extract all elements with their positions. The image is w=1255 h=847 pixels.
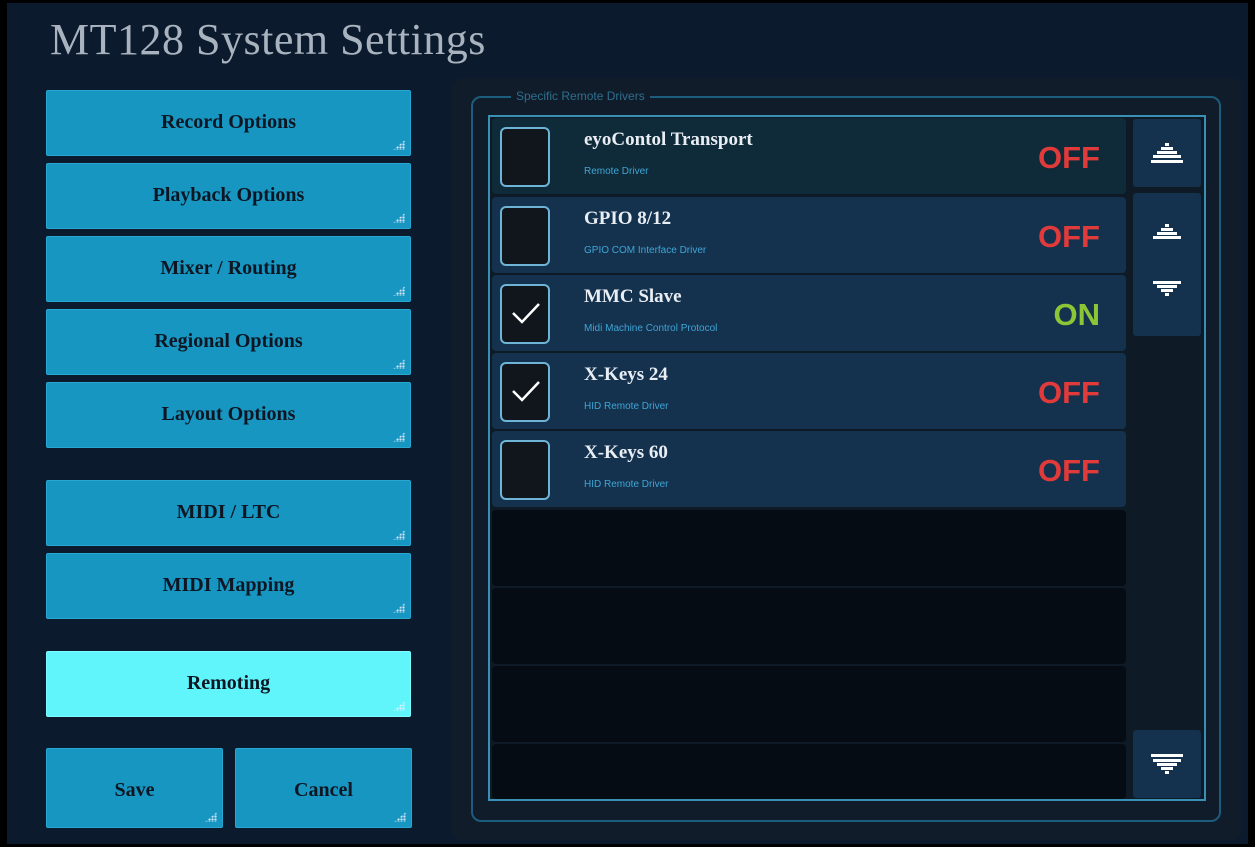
mixer-routing-button[interactable]: Mixer / Routing xyxy=(46,236,411,302)
arrow-up-top-icon xyxy=(1151,143,1183,163)
scroll-top-button[interactable] xyxy=(1133,119,1201,187)
resize-grip-icon xyxy=(393,359,405,369)
driver-row[interactable]: GPIO 8/12 GPIO COM Interface Driver OFF xyxy=(492,197,1126,273)
driver-state: OFF xyxy=(1038,140,1100,175)
driver-description: HID Remote Driver xyxy=(584,479,669,490)
button-label: Cancel xyxy=(294,779,353,801)
checkmark-icon xyxy=(512,381,540,402)
resize-grip-icon xyxy=(205,812,217,822)
driver-row[interactable]: X-Keys 60 HID Remote Driver OFF xyxy=(492,431,1126,507)
driver-state: OFF xyxy=(1038,375,1100,410)
button-label: Record Options xyxy=(161,111,296,133)
midi-mapping-button[interactable]: MIDI Mapping xyxy=(46,553,411,619)
driver-checkbox[interactable] xyxy=(500,127,550,187)
empty-list-row xyxy=(492,510,1126,586)
button-label: Remoting xyxy=(186,672,271,694)
driver-row[interactable]: eyoContol Transport Remote Driver OFF xyxy=(492,118,1126,194)
empty-list-row xyxy=(492,588,1126,664)
button-label: MIDI / LTC xyxy=(176,501,281,523)
driver-state: OFF xyxy=(1038,219,1100,254)
regional-options-button[interactable]: Regional Options xyxy=(46,309,411,375)
driver-name: GPIO 8/12 xyxy=(584,208,672,229)
empty-list-row xyxy=(492,666,1126,742)
remoting-button[interactable]: Remoting xyxy=(46,651,411,717)
resize-grip-icon xyxy=(393,140,405,150)
playback-options-button[interactable]: Playback Options xyxy=(46,163,411,229)
driver-row[interactable]: X-Keys 24 HID Remote Driver OFF xyxy=(492,353,1126,429)
resize-grip-icon xyxy=(393,286,405,296)
driver-checkbox[interactable] xyxy=(500,362,550,422)
driver-name: MMC Slave xyxy=(584,286,682,307)
button-label: Regional Options xyxy=(154,330,303,352)
record-options-button[interactable]: Record Options xyxy=(46,90,411,156)
layout-options-button[interactable]: Layout Options xyxy=(46,382,411,448)
resize-grip-icon xyxy=(394,812,406,822)
resize-grip-icon xyxy=(393,530,405,540)
driver-description: HID Remote Driver xyxy=(584,401,669,412)
button-label: Layout Options xyxy=(161,403,296,425)
resize-grip-icon xyxy=(393,213,405,223)
scroll-up-down-button[interactable] xyxy=(1133,193,1201,336)
arrow-down-bottom-icon xyxy=(1151,754,1183,774)
resize-grip-icon xyxy=(393,432,405,442)
driver-checkbox[interactable] xyxy=(500,284,550,344)
arrow-up-icon xyxy=(1153,224,1181,239)
cancel-button[interactable]: Cancel xyxy=(235,748,412,828)
midi-ltc-button[interactable]: MIDI / LTC xyxy=(46,480,411,546)
save-button[interactable]: Save xyxy=(46,748,223,828)
button-label: Mixer / Routing xyxy=(160,257,297,279)
driver-name: eyoContol Transport xyxy=(584,129,753,150)
button-label: MIDI Mapping xyxy=(162,574,295,596)
driver-checkbox[interactable] xyxy=(500,440,550,500)
empty-list-row xyxy=(492,744,1126,799)
driver-description: Remote Driver xyxy=(584,166,649,177)
driver-row[interactable]: MMC Slave Midi Machine Control Protocol ON xyxy=(492,275,1126,351)
driver-name: X-Keys 24 xyxy=(584,364,668,385)
driver-state: OFF xyxy=(1038,453,1100,488)
driver-description: GPIO COM Interface Driver xyxy=(584,245,707,256)
resize-grip-icon xyxy=(393,701,405,711)
button-label: Playback Options xyxy=(152,184,305,206)
button-label: Save xyxy=(114,779,155,801)
page-title: MT128 System Settings xyxy=(50,15,486,64)
checkmark-icon xyxy=(512,303,540,324)
driver-description: Midi Machine Control Protocol xyxy=(584,323,718,334)
driver-state: ON xyxy=(1053,297,1101,332)
group-legend: Specific Remote Drivers xyxy=(511,89,650,103)
scroll-bottom-button[interactable] xyxy=(1133,730,1201,798)
resize-grip-icon xyxy=(393,603,405,613)
driver-checkbox[interactable] xyxy=(500,206,550,266)
driver-name: X-Keys 60 xyxy=(584,442,668,463)
arrow-down-icon xyxy=(1153,281,1181,296)
